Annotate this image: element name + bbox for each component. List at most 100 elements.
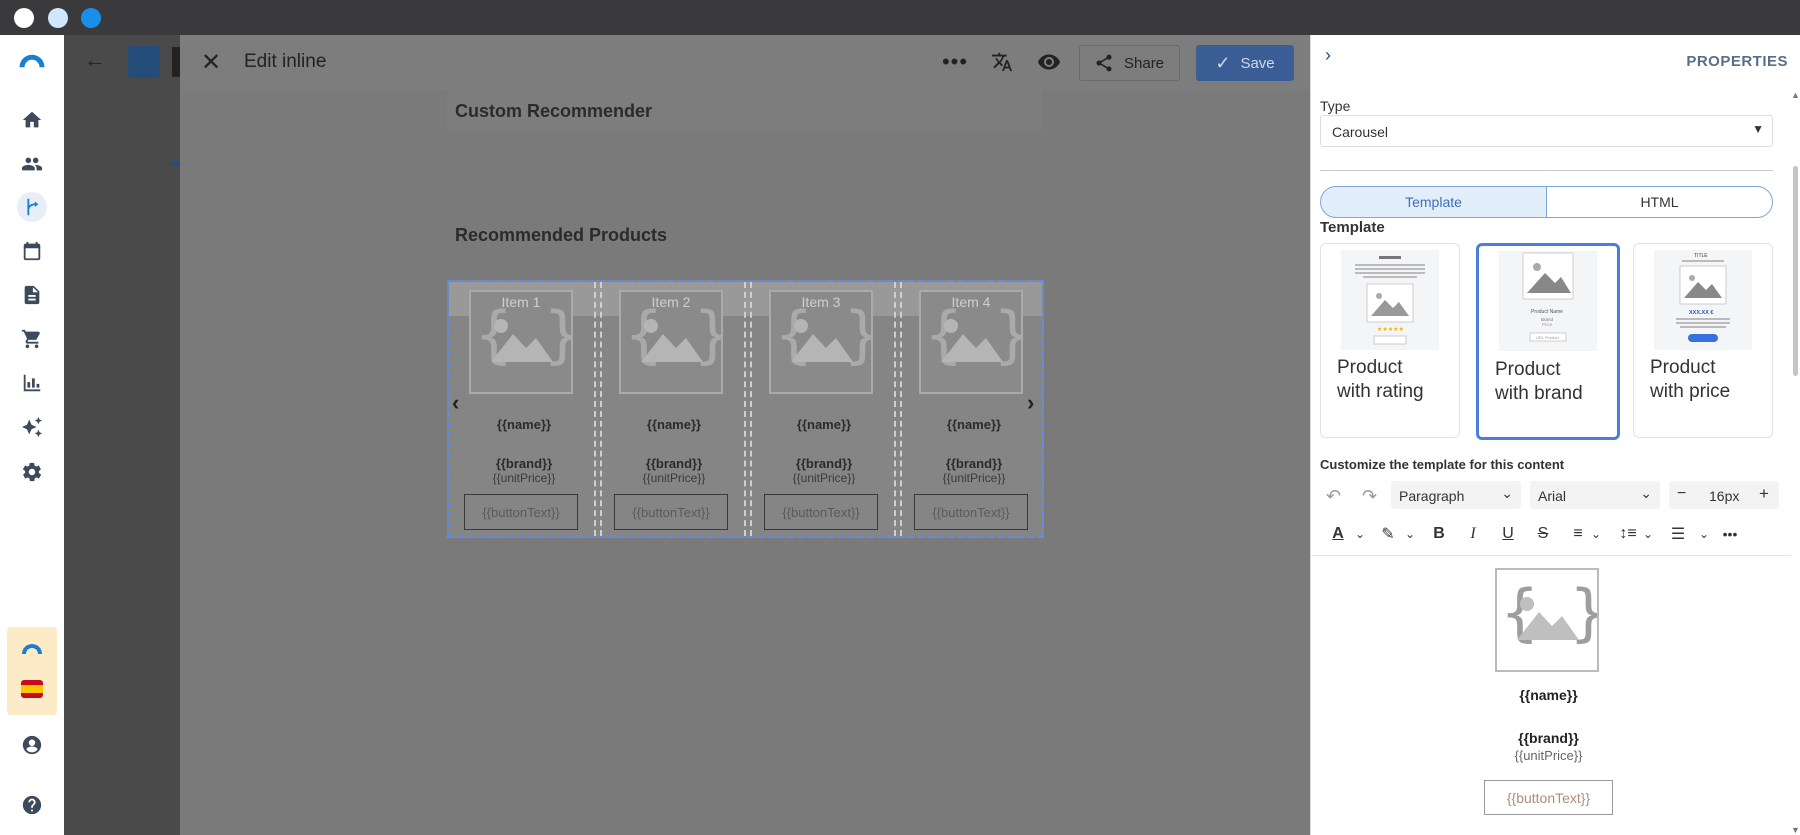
strikethrough-icon[interactable]: S (1530, 521, 1556, 547)
product-price: {{unitPrice}} (642, 471, 706, 485)
translate-icon[interactable] (987, 48, 1017, 76)
chevron-down-icon: ⌄ (1640, 485, 1652, 501)
block-format-value: Paragraph (1399, 488, 1465, 504)
template-thumbnail: Product Name Brand Price URL Product (1499, 251, 1597, 351)
divider (1311, 555, 1791, 556)
product-price: {{unitPrice}} (942, 471, 1006, 485)
decrease-font-icon[interactable]: − (1677, 485, 1686, 503)
divider (1320, 170, 1773, 171)
journeys-icon[interactable] (17, 192, 47, 222)
chevron-down-icon[interactable]: ⌄ (1691, 521, 1717, 547)
increase-font-icon[interactable]: + (1759, 484, 1769, 504)
product-name: {{name}} (796, 417, 852, 432)
editor-title: Edit inline (244, 51, 327, 72)
product-button[interactable]: {{buttonText}} (914, 494, 1028, 530)
properties-scrollbar[interactable]: ▲ ▼ (1791, 90, 1800, 835)
home-icon[interactable] (17, 105, 47, 135)
chevron-down-icon[interactable]: ⌄ (1635, 521, 1661, 547)
carousel-item[interactable]: {} Item 4 {{name}} {{brand}} {{unitPrice… (909, 290, 1039, 530)
underline-icon[interactable]: U (1495, 521, 1521, 547)
tab-template[interactable]: Template (1320, 186, 1547, 218)
back-arrow-icon: ← (84, 47, 106, 72)
preview-price: {{unitPrice}} (1514, 748, 1583, 763)
chevron-down-icon[interactable]: ⌄ (1397, 521, 1423, 547)
user-account-icon[interactable] (17, 730, 47, 760)
bold-icon[interactable]: B (1426, 521, 1452, 547)
share-button[interactable]: Share (1079, 45, 1180, 81)
bullet-list-icon[interactable]: ☰ (1665, 521, 1691, 547)
preview-image-placeholder-icon: {} (1495, 568, 1608, 672)
window-maximize-dot[interactable] (81, 8, 101, 28)
product-button[interactable]: {{buttonText}} (464, 494, 578, 530)
carousel-divider (594, 282, 602, 536)
customize-label: Customize the template for this content (1320, 457, 1565, 472)
save-button[interactable]: ✓ Save (1196, 45, 1294, 81)
share-label: Share (1124, 54, 1165, 72)
dropdown-arrow-icon: ▼ (1752, 122, 1764, 136)
font-size-stepper[interactable]: − 16px + (1669, 481, 1779, 509)
carousel-item[interactable]: {} Item 3 {{name}} {{brand}} {{unitPrice… (759, 290, 889, 530)
redo-icon[interactable]: ↷ (1362, 486, 1377, 507)
preview-eye-icon[interactable] (1034, 48, 1064, 76)
undo-icon[interactable]: ↶ (1326, 486, 1341, 507)
template-card-product-rating[interactable]: ★★★★★ Product with rating (1320, 243, 1460, 438)
tab-html[interactable]: HTML (1546, 186, 1773, 218)
type-label: Type (1320, 98, 1351, 114)
document-icon[interactable] (17, 280, 47, 310)
svg-text:Product Name: Product Name (1531, 309, 1563, 315)
product-brand: {{brand}} (645, 456, 703, 471)
window-minimize-dot[interactable] (48, 8, 68, 28)
template-card-product-price[interactable]: TITLE XXX.XX € Product with price (1633, 243, 1773, 438)
svg-text:Price: Price (1542, 322, 1553, 327)
carousel-item[interactable]: {} Item 1 {{name}} {{brand}} {{unitPrice… (459, 290, 589, 530)
more-tools-icon[interactable]: ••• (1717, 521, 1743, 547)
template-card-title: Product with brand (1495, 359, 1583, 404)
scroll-up-icon[interactable]: ▲ (1791, 90, 1800, 100)
share-icon (1096, 54, 1112, 72)
device-preview-icon (128, 46, 160, 78)
logo-icon[interactable] (17, 46, 47, 76)
scrollbar-thumb[interactable] (1793, 166, 1798, 376)
window-close-dot[interactable] (14, 8, 34, 28)
svg-text:TITLE: TITLE (1694, 253, 1708, 259)
block-format-select[interactable]: Paragraph ⌄ (1391, 481, 1521, 509)
ai-sparkle-icon[interactable] (17, 412, 47, 442)
carousel-item[interactable]: {} Item 2 {{name}} {{brand}} {{unitPrice… (609, 290, 739, 530)
contacts-icon[interactable] (17, 149, 47, 179)
cart-icon[interactable] (17, 324, 47, 354)
template-thumbnail: ★★★★★ (1341, 250, 1439, 350)
italic-icon[interactable]: I (1460, 521, 1486, 547)
preview-button[interactable]: {{buttonText}} (1484, 780, 1613, 815)
window-titlebar (0, 0, 1800, 35)
scroll-down-icon[interactable]: ▼ (1791, 825, 1800, 835)
chevron-down-icon[interactable]: ⌄ (1583, 521, 1609, 547)
workspace-switcher[interactable] (7, 627, 57, 715)
font-family-select[interactable]: Arial ⌄ (1530, 481, 1660, 509)
product-button[interactable]: {{buttonText}} (764, 494, 878, 530)
more-options-icon[interactable]: ••• (940, 48, 970, 76)
collapse-panel-chevron-icon[interactable]: › (1325, 45, 1331, 66)
carousel-divider (894, 282, 902, 536)
template-section-label: Template (1320, 219, 1385, 236)
close-icon[interactable]: ✕ (197, 48, 225, 76)
type-select[interactable]: Carousel ▼ (1320, 115, 1773, 147)
org-logo-icon (20, 640, 44, 656)
template-card-title: Product with price (1650, 357, 1731, 402)
item-label: Item 2 (651, 294, 691, 310)
calendar-icon[interactable] (17, 236, 47, 266)
chevron-down-icon: ⌄ (1501, 485, 1513, 501)
checkmark-icon: ✓ (1215, 52, 1231, 73)
product-carousel[interactable]: ‹ › {} Item 1 {{name}} {{brand}} {{unitP… (447, 280, 1044, 538)
font-family-value: Arial (1538, 488, 1567, 504)
properties-heading: PROPERTIES (1686, 53, 1788, 70)
template-card-product-brand[interactable]: Product Name Brand Price URL Product Pro… (1476, 243, 1620, 440)
help-icon[interactable] (17, 790, 47, 820)
recommended-products-heading: Recommended Products (455, 225, 668, 245)
settings-gear-icon[interactable] (17, 457, 47, 487)
template-card-title: Product with rating (1337, 357, 1424, 402)
product-name: {{name}} (646, 417, 702, 432)
template-thumbnail: TITLE XXX.XX € (1654, 250, 1752, 350)
analytics-icon[interactable] (17, 368, 47, 398)
product-button[interactable]: {{buttonText}} (614, 494, 728, 530)
chevron-down-icon[interactable]: ⌄ (1347, 521, 1373, 547)
